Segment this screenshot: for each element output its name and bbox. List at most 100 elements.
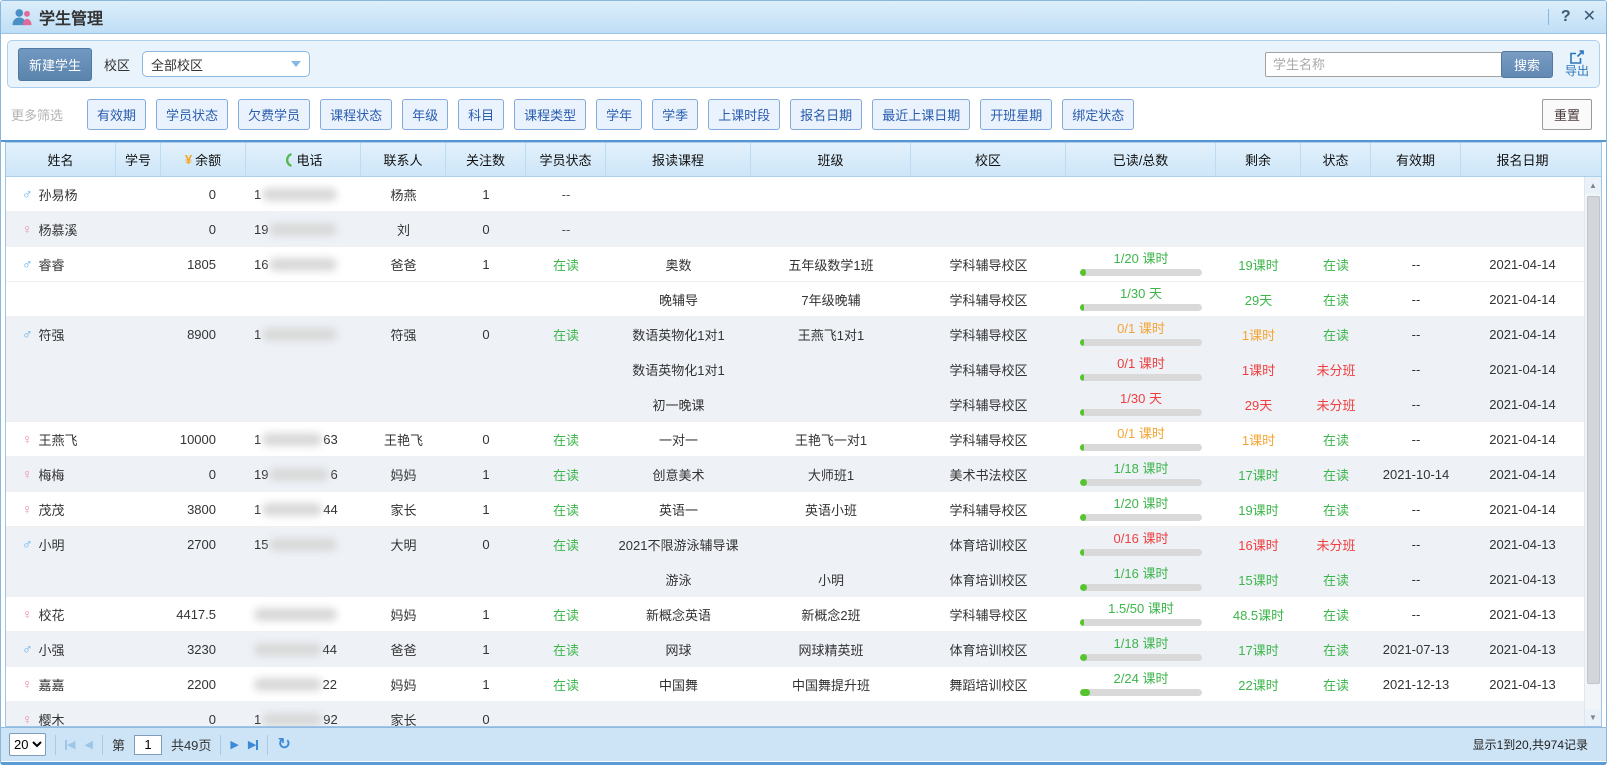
table-row[interactable]: ♀校花4417.5妈妈1在读新概念英语新概念2班学科辅导校区1.5/50 课时4… (6, 597, 1584, 632)
contact-cell: 大明 (361, 527, 446, 561)
col-header-valid-until[interactable]: 有效期 (1371, 143, 1461, 176)
reset-button[interactable]: 重置 (1542, 99, 1592, 130)
filter-button-0[interactable]: 有效期 (87, 99, 146, 130)
phone-redacted (262, 188, 337, 201)
filter-button-13[interactable]: 绑定状态 (1062, 99, 1134, 130)
filter-button-10[interactable]: 报名日期 (790, 99, 862, 130)
col-header-status[interactable]: 状态 (1301, 143, 1371, 176)
table-row[interactable]: ♀茂茂3800144家长1在读英语一英语小班学科辅导校区1/20 课时19课时在… (6, 492, 1584, 527)
col-header-phone[interactable]: 电话 (246, 143, 361, 176)
filter-button-3[interactable]: 课程状态 (320, 99, 392, 130)
filter-button-5[interactable]: 科目 (458, 99, 504, 130)
follow-count-cell: 1 (446, 492, 526, 526)
filter-button-2[interactable]: 欠费学员 (238, 99, 310, 130)
valid-until-cell: 2021-07-13 (1371, 632, 1461, 666)
status-badge: 在读 (1323, 570, 1349, 589)
help-button[interactable]: ? (1561, 9, 1571, 25)
status-cell (1301, 212, 1371, 246)
col-header-remaining[interactable]: 剩余 (1216, 143, 1301, 176)
scrollbar-thumb[interactable] (1587, 196, 1600, 684)
follow-count-cell (446, 282, 526, 316)
table-row[interactable]: ♂符强89001符强0在读数语英物化1对1王燕飞1对1学科辅导校区0/1 课时1… (6, 317, 1584, 352)
last-page-button[interactable]: ▶ (248, 738, 258, 751)
remaining-cell: 19课时 (1216, 492, 1301, 526)
scroll-down-icon[interactable]: ▼ (1585, 709, 1601, 726)
page-number-input[interactable] (134, 735, 162, 755)
table-row[interactable]: 晚辅导7年级晚辅学科辅导校区1/30 天29天在读--2021-04-14 (6, 282, 1584, 317)
filter-button-4[interactable]: 年级 (402, 99, 448, 130)
scroll-up-icon[interactable]: ▲ (1585, 177, 1601, 194)
table-row[interactable]: ♀杨慕溪019刘0-- (6, 212, 1584, 247)
campus-select[interactable]: 全部校区 (142, 51, 310, 77)
first-page-button[interactable]: ◀ (65, 738, 75, 751)
student-name[interactable]: 孙易杨 (39, 185, 78, 204)
col-header-class[interactable]: 班级 (751, 143, 911, 176)
valid-until-cell: 2021-10-14 (1371, 457, 1461, 491)
col-header-student-no[interactable]: 学号 (116, 143, 161, 176)
filter-button-6[interactable]: 课程类型 (514, 99, 586, 130)
col-header-progress[interactable]: 已读/总数 (1066, 143, 1216, 176)
filter-button-11[interactable]: 最近上课日期 (872, 99, 970, 130)
member-status-cell: 在读 (526, 527, 606, 561)
phone-prefix: 1 (254, 432, 261, 447)
close-button[interactable]: ✕ (1583, 9, 1596, 25)
col-header-label: 有效期 (1396, 150, 1435, 169)
phone-prefix: 16 (254, 257, 268, 272)
student-name[interactable]: 小强 (39, 640, 65, 659)
student-name[interactable]: 嘉嘉 (39, 675, 65, 694)
col-header-course[interactable]: 报读课程 (606, 143, 751, 176)
table-row[interactable]: ♂孙易杨01杨燕1-- (6, 177, 1584, 212)
student-name[interactable]: 小明 (39, 535, 65, 554)
refresh-icon[interactable]: ↻ (277, 737, 290, 753)
table-row[interactable]: ♂睿睿180516爸爸1在读奥数五年级数学1班学科辅导校区1/20 课时19课时… (6, 247, 1584, 282)
progress-cell (1066, 177, 1216, 211)
table-row[interactable]: 初一晚课学科辅导校区1/30 天29天未分班--2021-04-14 (6, 387, 1584, 422)
filter-button-1[interactable]: 学员状态 (156, 99, 228, 130)
filter-button-9[interactable]: 上课时段 (708, 99, 780, 130)
search-input[interactable] (1265, 52, 1505, 77)
student-name[interactable]: 茂茂 (39, 500, 65, 519)
page-size-select[interactable]: 20 (9, 733, 46, 756)
new-student-button[interactable]: 新建学生 (18, 48, 92, 81)
student-name[interactable]: 王燕飞 (39, 430, 78, 449)
student-name[interactable]: 校花 (39, 605, 65, 624)
table-row[interactable]: ♀王燕飞10000163王艳飞0在读一对一王艳飞一对1学科辅导校区0/1 课时1… (6, 422, 1584, 457)
contact-name: 王艳飞 (384, 430, 423, 449)
filter-button-12[interactable]: 开班星期 (980, 99, 1052, 130)
export-button[interactable]: 导出 (1565, 50, 1589, 78)
search-button[interactable]: 搜索 (1501, 51, 1553, 78)
student-name[interactable]: 梅梅 (39, 465, 65, 484)
table-row[interactable]: ♀樱木0192家长0 (6, 702, 1584, 726)
table-row[interactable]: ♂小明270015大明0在读2021不限游泳辅导课体育培训校区0/16 课时16… (6, 527, 1584, 562)
reg-date-cell: 2021-04-14 (1461, 317, 1584, 351)
member-status: 在读 (553, 255, 579, 274)
phone-icon (283, 153, 293, 167)
col-header-campus[interactable]: 校区 (911, 143, 1066, 176)
col-header-follow-count[interactable]: 关注数 (446, 143, 526, 176)
col-header-name[interactable]: 姓名 (6, 143, 116, 176)
member-status: 在读 (553, 500, 579, 519)
student-name[interactable]: 符强 (39, 325, 65, 344)
table-row[interactable]: 游泳小明体育培训校区1/16 课时15课时在读--2021-04-13 (6, 562, 1584, 597)
student-name[interactable]: 睿睿 (39, 255, 65, 274)
filter-button-8[interactable]: 学季 (652, 99, 698, 130)
vertical-scrollbar[interactable]: ▲ ▼ (1584, 177, 1601, 726)
table-row[interactable]: ♀嘉嘉220022妈妈1在读中国舞中国舞提升班舞蹈培训校区2/24 课时22课时… (6, 667, 1584, 702)
table-row[interactable]: ♂小强323044爸爸1在读网球网球精英班体育培训校区1/18 课时17课时在读… (6, 632, 1584, 667)
col-header-member-status[interactable]: 学员状态 (526, 143, 606, 176)
table-row[interactable]: ♀梅梅0196妈妈1在读创意美术大师班1美术书法校区1/18 课时17课时在读2… (6, 457, 1584, 492)
progress-fill (1080, 689, 1090, 696)
course-name: 英语一 (659, 500, 698, 519)
student-name[interactable]: 杨慕溪 (39, 220, 78, 239)
prev-page-button[interactable]: ◀ (84, 738, 92, 751)
filter-button-7[interactable]: 学年 (596, 99, 642, 130)
remaining-cell: 29天 (1216, 387, 1301, 421)
course-cell (606, 702, 751, 726)
next-page-button[interactable]: ▶ (230, 738, 238, 751)
col-header-reg-date[interactable]: 报名日期 (1461, 143, 1584, 176)
col-header-contact[interactable]: 联系人 (361, 143, 446, 176)
student-name[interactable]: 樱木 (39, 710, 65, 727)
member-status-cell: 在读 (526, 667, 606, 701)
table-row[interactable]: 数语英物化1对1学科辅导校区0/1 课时1课时未分班--2021-04-14 (6, 352, 1584, 387)
col-header-balance[interactable]: ¥余额 (161, 143, 246, 176)
